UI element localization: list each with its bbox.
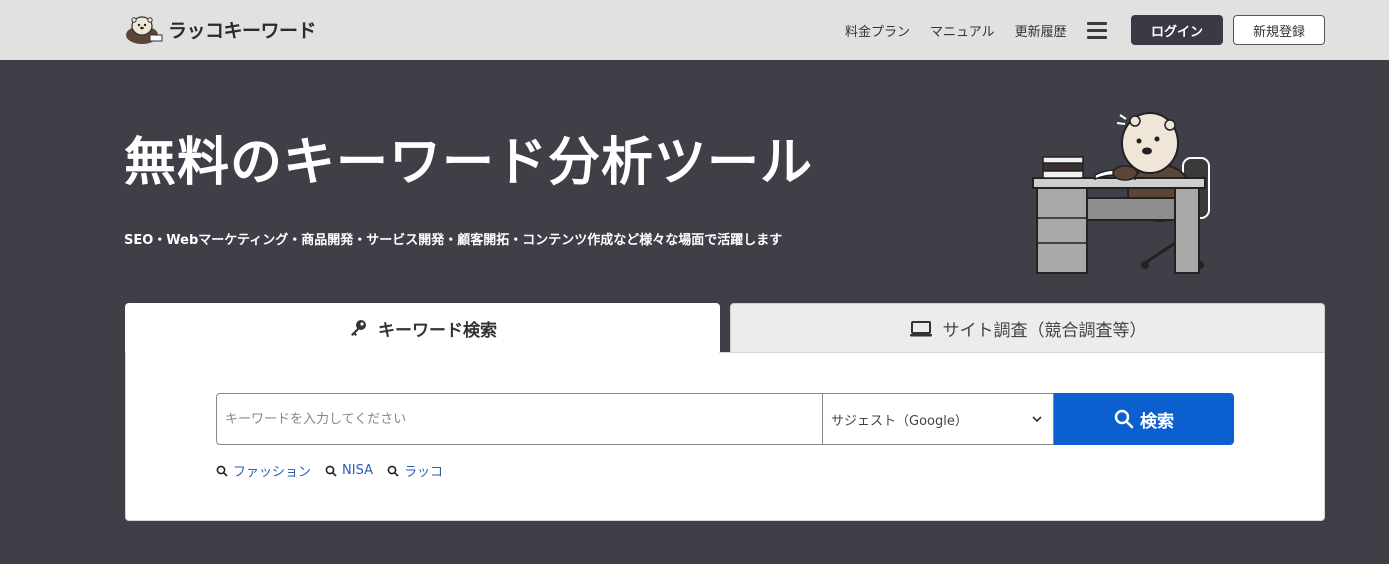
search-form: サジェスト（Google） 検索: [216, 393, 1234, 445]
header-nav: 料金プラン マニュアル 更新履歴: [845, 0, 1107, 60]
suggestion-link[interactable]: ファッション: [216, 461, 311, 480]
suggestion-label: NISA: [342, 463, 373, 478]
suggestion-label: ラッコ: [403, 465, 443, 480]
keyword-input[interactable]: [216, 393, 822, 445]
tab-site-research[interactable]: サイト調査（競合調査等）: [730, 303, 1325, 353]
search-icon: [1114, 409, 1134, 429]
suggestion-link[interactable]: NISA: [325, 461, 373, 480]
otter-logo-icon: [126, 16, 163, 44]
login-button[interactable]: ログイン: [1131, 15, 1223, 45]
nav-pricing[interactable]: 料金プラン: [845, 21, 910, 40]
search-button[interactable]: 検索: [1054, 393, 1234, 445]
source-select-value: サジェスト（Google）: [831, 413, 968, 429]
site-header: ラッコキーワード 料金プラン マニュアル 更新履歴 ログイン 新規登録: [0, 0, 1389, 60]
key-icon: [351, 320, 366, 336]
laptop-icon: [909, 320, 932, 336]
logo-text: ラッコキーワード: [168, 19, 317, 42]
suggested-keywords: ファッション NISA ラッコ: [216, 461, 457, 480]
search-icon: [325, 465, 337, 477]
tab-keyword-search[interactable]: キーワード検索: [125, 303, 720, 353]
otter-at-desk-illustration: [1032, 112, 1210, 274]
signup-button[interactable]: 新規登録: [1233, 15, 1325, 45]
search-icon: [216, 465, 228, 477]
logo[interactable]: ラッコキーワード: [124, 13, 317, 45]
menu-icon[interactable]: [1086, 21, 1107, 39]
tab-site-label: サイト調査（競合調査等）: [942, 321, 1147, 341]
suggestion-link[interactable]: ラッコ: [387, 461, 443, 480]
suggestion-label: ファッション: [233, 465, 312, 480]
nav-manual[interactable]: マニュアル: [930, 21, 995, 40]
hero-subtitle: SEO・Webマーケティング・商品開発・サービス開発・顧客開拓・コンテンツ作成な…: [124, 233, 783, 248]
search-icon: [387, 465, 399, 477]
source-select[interactable]: サジェスト（Google）: [822, 393, 1054, 445]
hero-title: 無料のキーワード分析ツール: [124, 133, 814, 193]
nav-changelog[interactable]: 更新履歴: [1015, 21, 1067, 40]
tab-keyword-label: キーワード検索: [378, 320, 497, 341]
chevron-down-icon: [1032, 416, 1042, 423]
search-button-label: 検索: [1140, 411, 1174, 432]
